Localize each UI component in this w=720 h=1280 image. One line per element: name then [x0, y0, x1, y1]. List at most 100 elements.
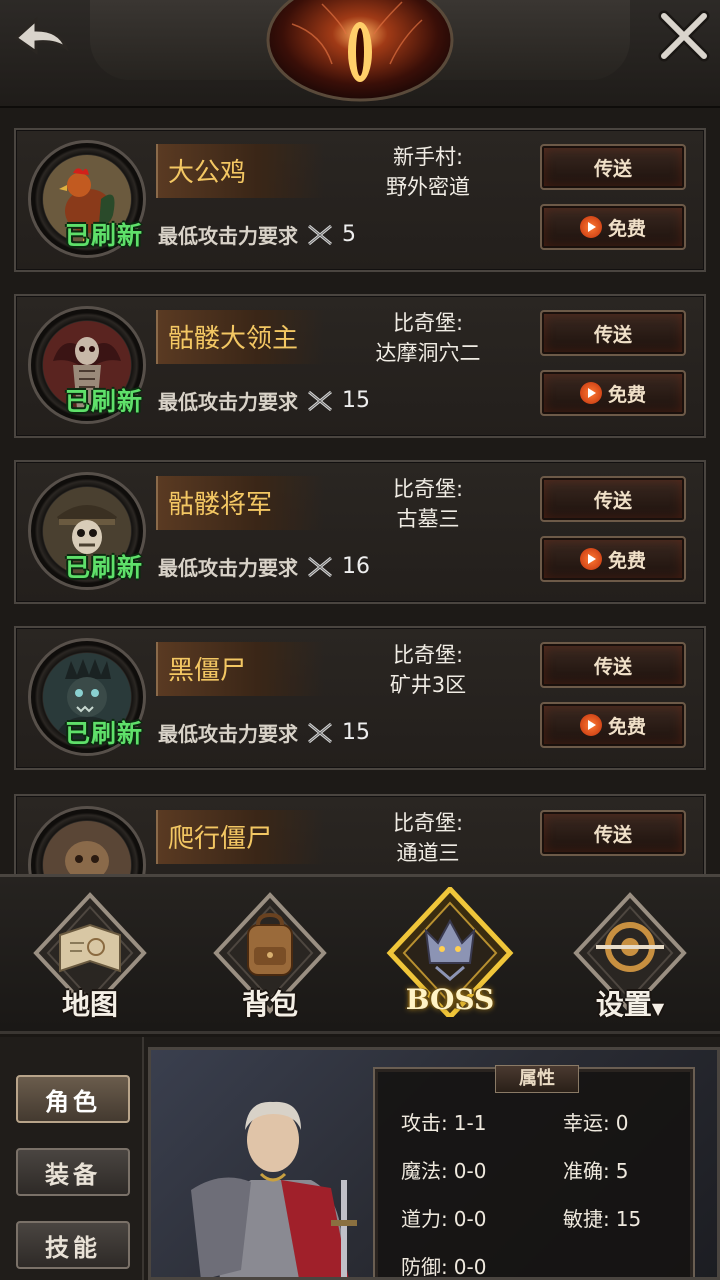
- boss-card: 已刷新 黑僵尸 比奇堡: 矿井3区 最低攻击力要求 15 传送 免费: [14, 626, 706, 770]
- teleport-label: 传送: [593, 655, 632, 678]
- boss-name-plate: 骷髅大领主: [156, 310, 324, 364]
- location-region: 比奇堡:: [392, 643, 464, 667]
- attr-tao-value: 0-0: [453, 1207, 487, 1231]
- teleport-button[interactable]: 传送: [540, 144, 686, 190]
- boss-location: 比奇堡: 达摩洞穴二: [338, 308, 518, 368]
- attributes-panel: 属性 攻击: 1-1 幸运: 0 魔法: 0-0 准确: 5 道力: 0-0 敏捷: 15 …: [373, 1065, 695, 1279]
- play-video-icon: [579, 714, 602, 736]
- attributes-title: 属性: [495, 1065, 579, 1093]
- free-label: 免费: [607, 217, 646, 240]
- attr-magic-key: 魔法:: [401, 1159, 448, 1183]
- free-button[interactable]: 免费: [540, 370, 686, 416]
- attr-magic-value: 0-0: [453, 1159, 487, 1183]
- requirement-label: 最低攻击力要求: [158, 722, 298, 746]
- attr-attack: 攻击: 1-1: [401, 1107, 486, 1136]
- character-panel: 角色 装备 技能 属性 攻击: 1-1 幸运: 0 魔法: 0-0 准确: 5 道力: 0…: [0, 1037, 720, 1280]
- boss-name-plate: 大公鸡: [156, 144, 324, 198]
- location-region: 比奇堡:: [392, 311, 464, 335]
- back-arrow-icon: [13, 16, 69, 55]
- free-label: 免费: [607, 549, 646, 572]
- free-button[interactable]: 免费: [540, 702, 686, 748]
- close-button[interactable]: [656, 8, 712, 64]
- attr-tao-key: 道力:: [401, 1207, 448, 1231]
- requirement-value: 5: [342, 222, 356, 247]
- nav-settings-text: 设置: [595, 988, 652, 1021]
- attr-luck: 幸运: 0: [563, 1107, 628, 1136]
- tab-character-label: 角色: [45, 1086, 101, 1116]
- play-video-icon: [579, 216, 602, 238]
- teleport-button[interactable]: 传送: [540, 476, 686, 522]
- teleport-button[interactable]: 传送: [540, 810, 686, 856]
- attr-tao: 道力: 0-0: [401, 1203, 486, 1232]
- tab-character[interactable]: 角色: [16, 1075, 130, 1123]
- location-area: 古墓三: [396, 507, 460, 531]
- requirement-value: 16: [342, 554, 370, 579]
- attr-attack-key: 攻击:: [401, 1111, 448, 1135]
- back-button[interactable]: [8, 8, 74, 64]
- boss-name: 爬行僵尸: [168, 824, 273, 854]
- teleport-button[interactable]: 传送: [540, 642, 686, 688]
- attr-defense-value: 0-0: [453, 1255, 487, 1279]
- tab-equipment[interactable]: 装备: [16, 1148, 130, 1196]
- attr-agility-key: 敏捷:: [563, 1207, 610, 1231]
- boss-location: 比奇堡: 古墓三: [338, 474, 518, 534]
- requirement-label: 最低攻击力要求: [158, 390, 298, 414]
- boss-list[interactable]: 已刷新 大公鸡 新手村: 野外密道 最低攻击力要求 5 传送 免费 已刷新 骷髅…: [0, 108, 720, 874]
- free-label: 免费: [607, 383, 646, 406]
- boss-name: 骷髅将军: [168, 490, 273, 520]
- refreshed-status: 已刷新: [64, 719, 143, 748]
- attr-accuracy-value: 5: [615, 1159, 629, 1183]
- boss-location: 比奇堡: 矿井3区: [338, 640, 518, 700]
- side-tabs: 角色 装备 技能: [0, 1037, 144, 1280]
- dropdown-arrow-icon: ▼: [651, 999, 665, 1018]
- tab-skills[interactable]: 技能: [16, 1221, 130, 1269]
- teleport-button[interactable]: 传送: [540, 310, 686, 356]
- boss-card: 已刷新 大公鸡 新手村: 野外密道 最低攻击力要求 5 传送 免费: [14, 128, 706, 272]
- location-region: 比奇堡:: [392, 477, 464, 501]
- free-button[interactable]: 免费: [540, 204, 686, 250]
- attr-defense-key: 防御:: [401, 1255, 448, 1279]
- requirement-value: 15: [342, 388, 370, 413]
- play-video-icon: [579, 548, 602, 570]
- attr-attack-value: 1-1: [453, 1111, 487, 1135]
- nav-backpack-label: 背包: [241, 988, 298, 1021]
- boss-portrait-frame: [28, 806, 146, 874]
- crossed-swords-close-icon: [658, 10, 710, 62]
- boss-name: 大公鸡: [168, 158, 247, 188]
- free-button[interactable]: 免费: [540, 536, 686, 582]
- attr-accuracy-key: 准确:: [563, 1159, 610, 1183]
- location-region: 新手村:: [392, 145, 464, 169]
- attr-magic: 魔法: 0-0: [401, 1155, 486, 1184]
- boss-eye-emblem: [262, 0, 458, 102]
- boss-name-plate: 黑僵尸: [156, 642, 324, 696]
- nav-boss-label: BOSS: [405, 983, 495, 1016]
- crossed-swords-icon: [308, 556, 332, 577]
- attr-accuracy: 准确: 5: [563, 1155, 628, 1184]
- top-header: [0, 0, 720, 108]
- nav-map-label: 地图: [61, 988, 118, 1021]
- teleport-label: 传送: [593, 323, 632, 346]
- tab-skills-label: 技能: [45, 1232, 101, 1262]
- attr-agility-value: 15: [615, 1207, 642, 1231]
- nav-settings-button[interactable]: 设置▼: [566, 887, 694, 1027]
- attack-requirement: 最低攻击力要求 15: [158, 386, 370, 415]
- requirement-label: 最低攻击力要求: [158, 224, 298, 248]
- requirement-value: 15: [342, 720, 370, 745]
- refreshed-status: 已刷新: [64, 221, 143, 250]
- main-nav-bar: 地图 背包 BOSS 设置▼: [0, 874, 720, 1034]
- boss-card: 爬行僵尸 比奇堡: 通道三 传送: [14, 794, 706, 874]
- tab-equipment-label: 装备: [45, 1159, 101, 1189]
- boss-card: 已刷新 骷髅大领主 比奇堡: 达摩洞穴二 最低攻击力要求 15 传送 免费: [14, 294, 706, 438]
- nav-backpack-button[interactable]: 背包: [206, 887, 334, 1027]
- nav-map-button[interactable]: 地图: [26, 887, 154, 1027]
- teleport-label: 传送: [593, 489, 632, 512]
- boss-name: 黑僵尸: [168, 656, 247, 686]
- attr-agility: 敏捷: 15: [563, 1203, 641, 1232]
- nav-boss-button[interactable]: BOSS: [386, 887, 514, 1027]
- crawling-zombie-portrait: [43, 821, 131, 874]
- refreshed-status: 已刷新: [64, 553, 143, 582]
- hero-display: 属性 攻击: 1-1 幸运: 0 魔法: 0-0 准确: 5 道力: 0-0 敏捷: 15 …: [148, 1047, 720, 1280]
- crossed-swords-icon: [308, 722, 332, 743]
- location-area: 野外密道: [386, 175, 470, 199]
- crossed-swords-icon: [308, 224, 332, 245]
